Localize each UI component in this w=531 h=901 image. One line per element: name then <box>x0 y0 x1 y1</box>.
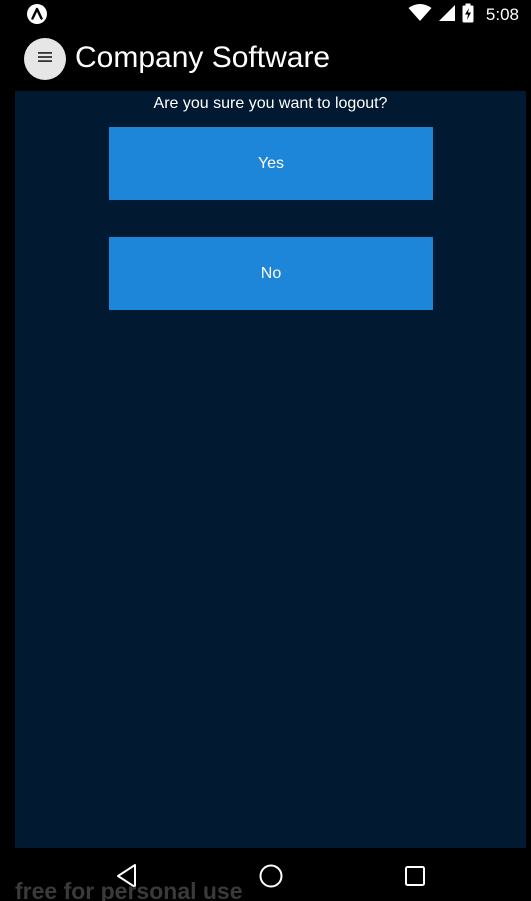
home-button[interactable] <box>256 863 286 893</box>
app-bar: Company Software <box>0 30 531 90</box>
app-title: Company Software <box>75 41 331 74</box>
home-icon <box>258 863 284 894</box>
logout-panel: Are you sure you want to logout? Yes No <box>15 91 526 848</box>
phone-screen: 5:08 Company Software Are you sure you w… <box>0 0 531 901</box>
recents-icon <box>403 864 427 893</box>
logout-prompt: Are you sure you want to logout? <box>153 95 388 112</box>
battery-charging-icon <box>462 3 474 28</box>
yes-button[interactable]: Yes <box>109 127 433 200</box>
app-notification-icon <box>26 3 48 25</box>
status-bar: 5:08 <box>0 0 531 30</box>
signal-icon <box>438 4 456 27</box>
recents-button[interactable] <box>400 863 430 893</box>
watermark-text: free for personal use <box>15 878 243 901</box>
status-time: 5:08 <box>485 5 519 24</box>
no-button[interactable]: No <box>109 237 433 310</box>
status-icons: 5:08 <box>408 3 519 28</box>
wifi-icon <box>408 3 432 27</box>
menu-button[interactable] <box>24 38 66 80</box>
hamburger-menu-icon <box>38 50 52 68</box>
